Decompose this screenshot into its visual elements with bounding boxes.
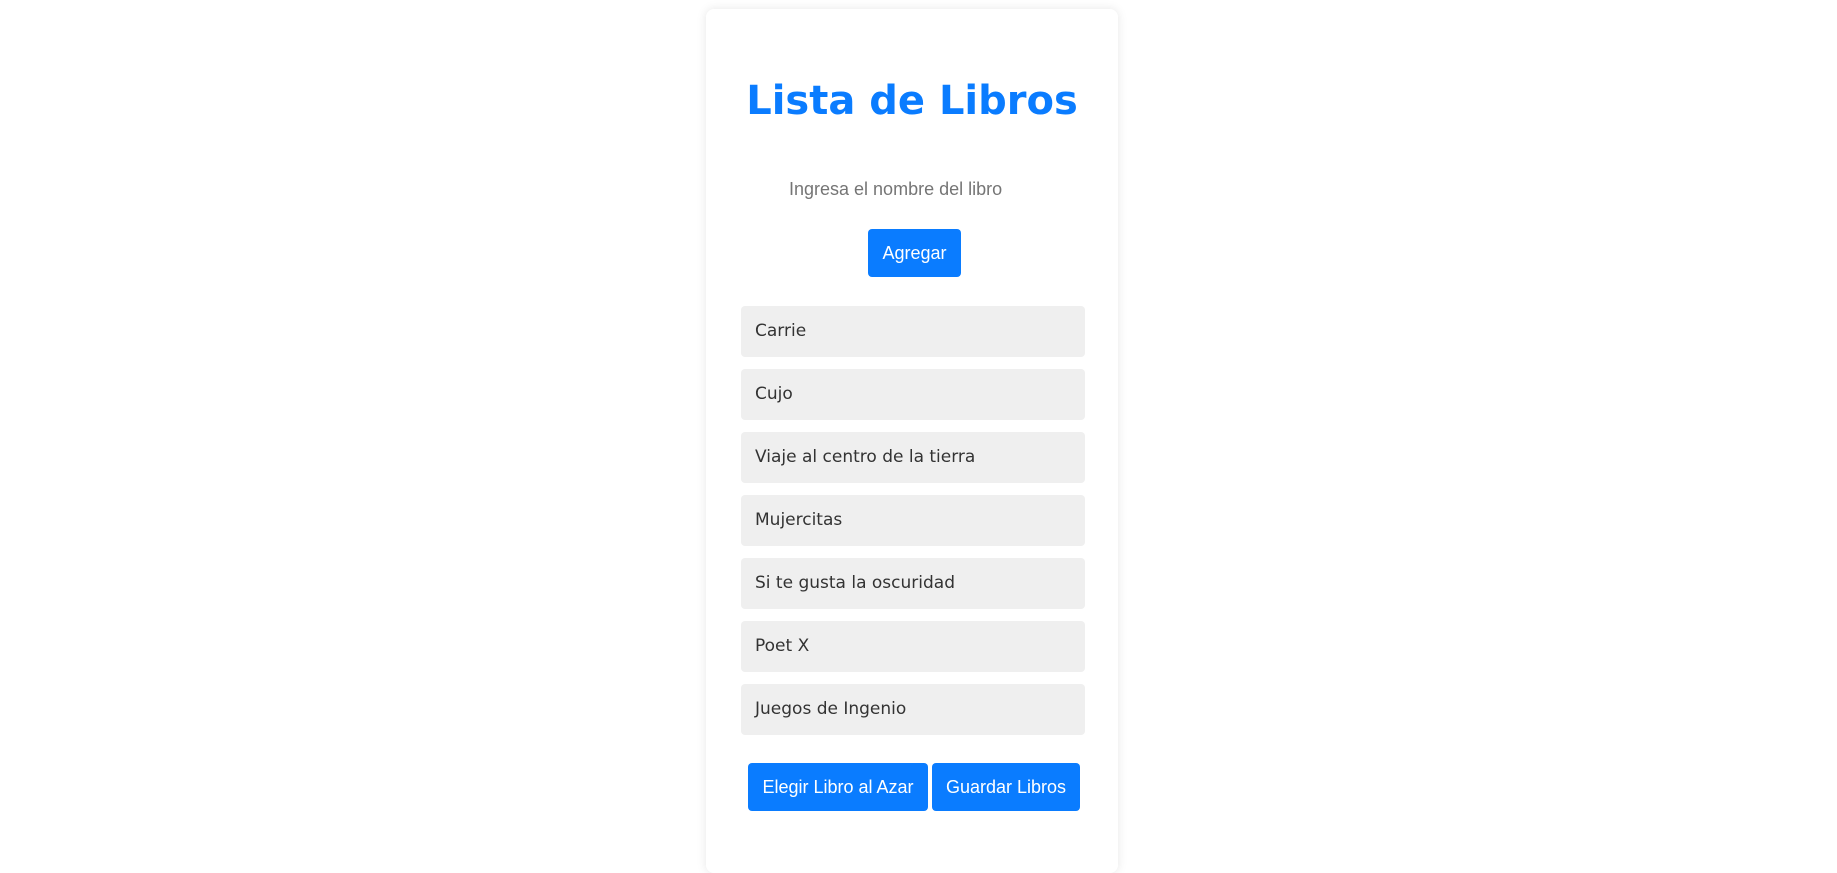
book-list-item: Si te gusta la oscuridad <box>741 558 1085 609</box>
book-list-item: Viaje al centro de la tierra <box>741 432 1085 483</box>
book-list-item: Cujo <box>741 369 1085 420</box>
random-book-button[interactable]: Elegir Libro al Azar <box>748 763 928 811</box>
book-list-card: Lista de Libros Agregar Carrie Cujo Viaj… <box>706 9 1118 873</box>
page-title: Lista de Libros <box>746 78 1078 124</box>
save-books-button[interactable]: Guardar Libros <box>932 763 1080 811</box>
add-book-button[interactable]: Agregar <box>868 229 961 277</box>
book-list-item: Juegos de Ingenio <box>741 684 1085 735</box>
book-list: Carrie Cujo Viaje al centro de la tierra… <box>741 306 1085 747</box>
book-list-item: Poet X <box>741 621 1085 672</box>
book-name-input[interactable] <box>783 169 1041 209</box>
book-list-item: Mujercitas <box>741 495 1085 546</box>
book-list-item: Carrie <box>741 306 1085 357</box>
